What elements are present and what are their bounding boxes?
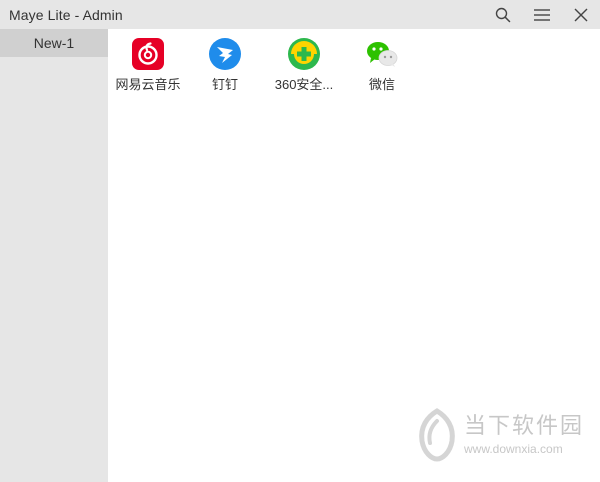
360-security-icon xyxy=(287,37,321,71)
window-controls xyxy=(483,0,600,29)
search-icon xyxy=(495,7,510,22)
watermark-url: www.downxia.com xyxy=(464,442,563,456)
tab-new-1[interactable]: New-1 xyxy=(0,29,108,57)
close-button[interactable] xyxy=(561,0,600,29)
app-item-wechat[interactable]: 微信 xyxy=(343,37,421,107)
app-item-dingtalk[interactable]: 钉钉 xyxy=(186,37,264,107)
search-button[interactable] xyxy=(483,0,522,29)
watermark: 当下软件园 www.downxia.com xyxy=(414,405,590,465)
app-label-dingtalk: 钉钉 xyxy=(211,77,238,92)
app-label-360-security: 360安全... xyxy=(274,77,334,92)
title-bar[interactable]: Maye Lite - Admin xyxy=(0,0,600,29)
app-item-netease-music[interactable]: 网易云音乐 xyxy=(109,37,187,107)
menu-button[interactable] xyxy=(522,0,561,29)
close-icon xyxy=(574,8,587,21)
menu-icon xyxy=(533,8,550,21)
maye-window: Maye Lite - Admin New-1 网易云音乐 钉钉 360安全..… xyxy=(0,0,600,482)
window-title: Maye Lite - Admin xyxy=(9,6,123,23)
watermark-text: 当下软件园 xyxy=(464,413,585,438)
watermark-logo-icon xyxy=(419,408,455,462)
app-label-netease-music: 网易云音乐 xyxy=(115,77,181,92)
sidebar: New-1 xyxy=(0,29,108,482)
app-item-360-security[interactable]: 360安全... xyxy=(265,37,343,107)
dingtalk-icon xyxy=(208,37,242,71)
app-label-wechat: 微信 xyxy=(368,77,395,92)
wechat-icon xyxy=(365,37,399,71)
netease-music-icon xyxy=(131,37,165,71)
